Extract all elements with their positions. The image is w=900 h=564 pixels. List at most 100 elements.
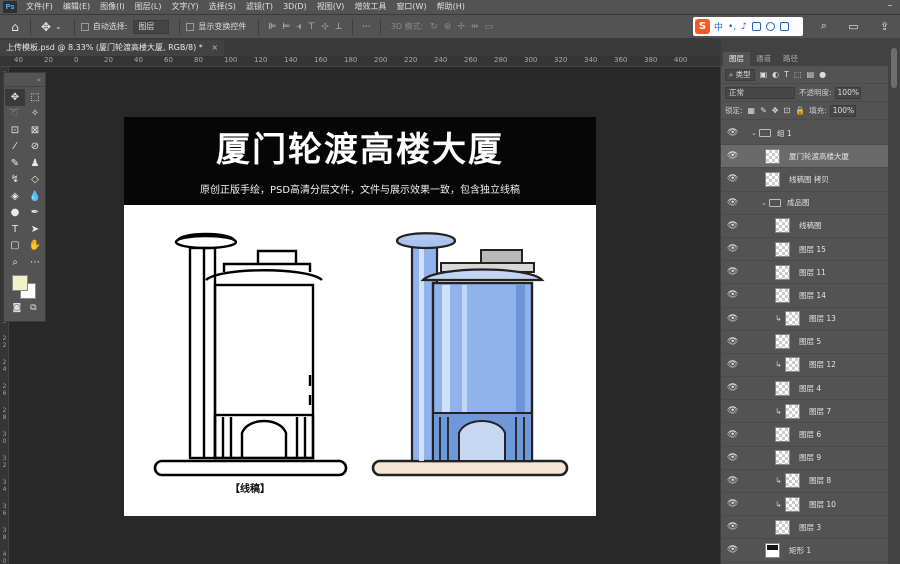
layer-row[interactable]: 👁 图层 3 (721, 516, 889, 540)
auto-select-checkbox[interactable] (80, 22, 89, 31)
filter-toggle-icon[interactable]: ● (819, 70, 826, 79)
visibility-eye-icon[interactable]: 👁 (727, 406, 738, 416)
more-tools-icon[interactable]: ⋯ (25, 254, 45, 271)
paint-bucket-tool-icon[interactable]: ◈ (5, 188, 25, 205)
eraser-tool-icon[interactable]: ◇ (25, 172, 45, 189)
history-brush-tool-icon[interactable]: ↯ (5, 172, 25, 189)
share-icon[interactable]: ⇪ (880, 20, 889, 33)
blend-mode-dropdown[interactable]: 正常 (725, 86, 795, 99)
dropdown-arrow-icon[interactable]: ⌄ (55, 22, 62, 31)
layer-group-row[interactable]: 👁 ⌄ 组 1 (721, 122, 889, 146)
visibility-eye-icon[interactable]: 👁 (727, 290, 738, 300)
layer-row[interactable]: 👁 厦门轮渡高楼大厦 (721, 145, 889, 169)
layer-row[interactable]: 👁 图层 11 (721, 261, 889, 285)
layer-row[interactable]: 👁 线稿图 拷贝 (721, 168, 889, 192)
lock-transparent-icon[interactable]: ▦ (748, 106, 756, 115)
menu-plugins[interactable]: 增效工具 (349, 0, 391, 14)
visibility-eye-icon[interactable]: 👁 (727, 221, 738, 231)
stamp-tool-icon[interactable]: ♟ (25, 155, 45, 172)
layer-row[interactable]: 👁 ↳ 图层 13 (721, 308, 889, 331)
menu-file[interactable]: 文件(F) (21, 0, 58, 14)
menu-view[interactable]: 视图(V) (312, 0, 350, 14)
layer-row[interactable]: 👁 图层 14 (721, 284, 889, 308)
filter-adjustment-icon[interactable]: ◐ (772, 70, 779, 79)
visibility-eye-icon[interactable]: 👁 (727, 337, 738, 347)
filter-pixel-icon[interactable]: ▣ (760, 70, 768, 79)
menu-select[interactable]: 选择(S) (204, 0, 241, 14)
layer-row[interactable]: 👁 图层 15 (721, 238, 889, 262)
type-tool-icon[interactable]: T (5, 221, 25, 238)
crop-tool-icon[interactable]: ⊡ (5, 122, 25, 139)
marquee-tool-icon[interactable]: ⬚ (25, 89, 45, 106)
visibility-eye-icon[interactable]: 👁 (727, 244, 738, 254)
healing-tool-icon[interactable]: ⊘ (25, 139, 45, 156)
lock-pixels-icon[interactable]: ✎ (760, 106, 767, 115)
filter-smart-object-icon[interactable]: ▤ (807, 70, 815, 79)
minimize-icon[interactable]: – (884, 1, 896, 13)
rectangle-tool-icon[interactable]: ▢ (5, 238, 25, 255)
group-toggle-icon[interactable]: ⌄ (761, 199, 767, 207)
visibility-eye-icon[interactable]: 👁 (727, 545, 738, 555)
microphone-icon[interactable]: ♪ (741, 22, 747, 32)
align-center-icon[interactable]: ⊨ (282, 22, 290, 32)
toolbox-icon[interactable] (779, 22, 789, 31)
zoom-tool-icon[interactable]: ⌕ (5, 254, 25, 271)
blur-tool-icon[interactable]: 💧 (25, 188, 45, 205)
home-icon[interactable]: ⌂ (6, 18, 24, 36)
filter-type-icon[interactable]: T (784, 70, 789, 79)
menu-layer[interactable]: 图层(L) (130, 0, 167, 14)
align-right-icon[interactable]: ⫣ (296, 22, 301, 32)
visibility-eye-icon[interactable]: 👁 (727, 430, 738, 440)
tab-paths[interactable]: 路径 (777, 52, 804, 66)
fill-input[interactable]: 100% (829, 104, 856, 117)
3d-scale-icon[interactable]: ▭ (484, 22, 493, 32)
layer-row[interactable]: 👁 图层 6 (721, 423, 889, 447)
brush-tool-icon[interactable]: ✎ (5, 155, 25, 172)
3d-pan-icon[interactable]: ✢ (457, 22, 465, 32)
document-tab[interactable]: 上传模板.psd @ 8.33% (厦门轮渡高楼大厦, RGB/8) * × (0, 40, 225, 56)
close-tab-icon[interactable]: × (211, 43, 218, 52)
visibility-eye-icon[interactable]: 👁 (727, 314, 738, 324)
panel-scrollbar[interactable] (888, 38, 900, 564)
layer-row[interactable]: 👁 ↳ 图层 10 (721, 493, 889, 517)
visibility-eye-icon[interactable]: 👁 (727, 198, 738, 208)
menu-edit[interactable]: 编辑(E) (58, 0, 95, 14)
visibility-eye-icon[interactable]: 👁 (727, 128, 738, 138)
layer-row[interactable]: 👁 线稿图 (721, 215, 889, 238)
menu-filter[interactable]: 滤镜(T) (241, 0, 278, 14)
hand-tool-icon[interactable]: ✋ (25, 238, 45, 255)
opacity-input[interactable]: 100% (834, 86, 861, 99)
punctuation-icon[interactable]: •, (728, 22, 736, 32)
visibility-eye-icon[interactable]: 👁 (727, 174, 738, 184)
tools-panel-collapse-icon[interactable]: « (4, 73, 45, 87)
layer-row[interactable]: 👁 图层 9 (721, 447, 889, 470)
frame-tool-icon[interactable]: ⊠ (25, 122, 45, 139)
visibility-eye-icon[interactable]: 👁 (727, 383, 738, 393)
layer-row[interactable]: 👁 矩形 1 (721, 539, 889, 563)
move-tool-icon[interactable]: ✥ (37, 18, 55, 36)
layer-row[interactable]: 👁 ↳ 图层 12 (721, 354, 889, 378)
foreground-color-swatch[interactable] (12, 274, 28, 291)
menu-type[interactable]: 文字(Y) (166, 0, 203, 14)
visibility-eye-icon[interactable]: 👁 (727, 267, 738, 277)
search-icon[interactable]: ⌕ (821, 19, 827, 33)
align-top-icon[interactable]: ⊤ (308, 22, 316, 32)
skin-icon[interactable] (765, 22, 775, 31)
lasso-tool-icon[interactable]: ➰ (5, 106, 25, 123)
workspace-icon[interactable]: ▭ (848, 20, 858, 33)
group-toggle-icon[interactable]: ⌄ (751, 129, 757, 137)
visibility-eye-icon[interactable]: 👁 (727, 453, 738, 463)
tab-channels[interactable]: 通道 (750, 52, 777, 66)
lock-position-icon[interactable]: ✥ (772, 106, 779, 115)
magic-wand-tool-icon[interactable]: ✧ (25, 106, 45, 123)
dodge-tool-icon[interactable]: ● (5, 205, 25, 222)
menu-3d[interactable]: 3D(D) (278, 0, 312, 14)
show-transform-checkbox[interactable] (186, 22, 195, 31)
layer-row[interactable]: 👁 ↳ 图层 8 (721, 470, 889, 493)
quick-mask-icon[interactable]: ◙ (12, 303, 21, 313)
lock-all-icon[interactable]: 🔒 (795, 106, 805, 115)
visibility-eye-icon[interactable]: 👁 (727, 499, 738, 509)
align-left-icon[interactable]: ⊫ (268, 22, 276, 32)
layer-row[interactable]: 👁 ↳ 图层 7 (721, 400, 889, 424)
scrollbar-thumb[interactable] (891, 48, 897, 88)
